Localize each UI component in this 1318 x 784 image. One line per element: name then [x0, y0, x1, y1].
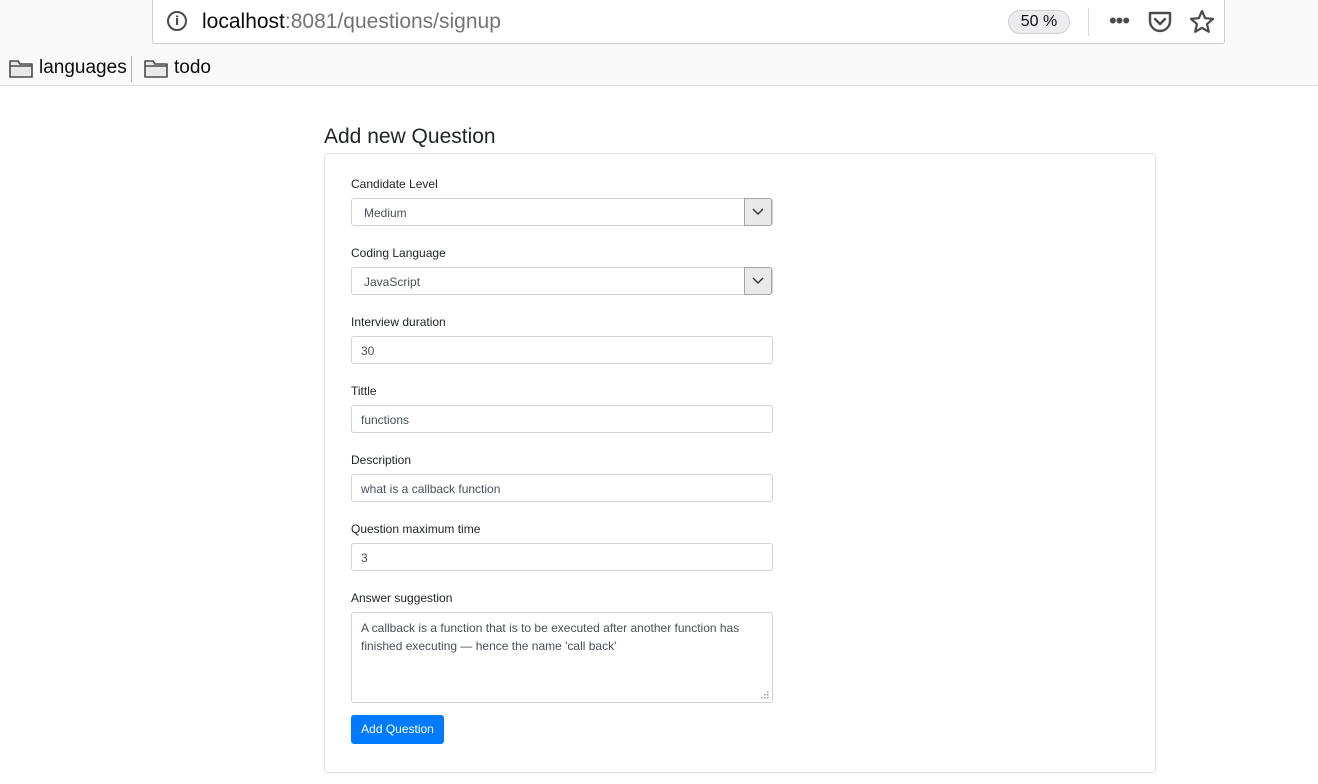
description-label: Description	[351, 453, 412, 467]
bookmark-label: todo	[174, 57, 211, 78]
bookmark-todo[interactable]: todo	[143, 54, 211, 82]
title-label: Tittle	[351, 384, 377, 398]
interview-duration-label: Interview duration	[351, 315, 446, 329]
pocket-icon[interactable]	[1147, 9, 1173, 35]
title-value: functions	[361, 413, 410, 427]
answer-suggestion-label: Answer suggestion	[351, 591, 453, 605]
answer-suggestion-value: A callback is a function that is to be e…	[361, 621, 740, 653]
url-text[interactable]: localhost:8081/questions/signup	[202, 9, 501, 35]
title-input[interactable]: functions	[351, 405, 773, 433]
toolbar-divider	[1088, 8, 1089, 36]
description-value: what is a callback function	[361, 482, 501, 496]
folder-icon	[9, 60, 33, 78]
browser-toolbar: i localhost:8081/questions/signup 50 % •…	[0, 0, 1318, 86]
url-host: localhost	[202, 10, 285, 33]
candidate-level-label: Candidate Level	[351, 177, 438, 191]
interview-duration-input[interactable]: 30	[351, 336, 773, 364]
question-max-time-input[interactable]: 3	[351, 543, 773, 571]
page-title: Add new Question	[324, 125, 496, 148]
zoom-level-badge[interactable]: 50 %	[1008, 10, 1070, 34]
question-max-time-value: 3	[361, 551, 368, 565]
candidate-level-value: Medium	[364, 206, 407, 220]
description-input[interactable]: what is a callback function	[351, 474, 773, 502]
dropdown-button[interactable]	[744, 267, 772, 295]
candidate-level-select[interactable]: Medium	[351, 198, 773, 226]
dropdown-button[interactable]	[744, 198, 772, 226]
bookmark-star-icon[interactable]	[1188, 8, 1216, 36]
bookmark-separator	[131, 56, 132, 82]
bookmark-label: languages	[39, 57, 127, 78]
coding-language-value: JavaScript	[364, 275, 421, 289]
interview-duration-value: 30	[361, 344, 375, 358]
url-path: :8081/questions/signup	[284, 10, 501, 33]
resize-grip-icon[interactable]	[760, 690, 769, 699]
bookmark-languages[interactable]: languages	[8, 54, 127, 82]
answer-suggestion-textarea[interactable]: A callback is a function that is to be e…	[351, 612, 773, 703]
question-max-time-label: Question maximum time	[351, 522, 481, 536]
coding-language-label: Coding Language	[351, 246, 446, 260]
add-question-button[interactable]: Add Question	[351, 715, 444, 744]
coding-language-select[interactable]: JavaScript	[351, 267, 773, 295]
chevron-down-icon	[752, 208, 764, 215]
info-icon[interactable]: i	[167, 11, 187, 31]
folder-icon	[144, 60, 168, 78]
chevron-down-icon	[752, 277, 764, 284]
more-actions-icon[interactable]: •••	[1104, 6, 1134, 36]
